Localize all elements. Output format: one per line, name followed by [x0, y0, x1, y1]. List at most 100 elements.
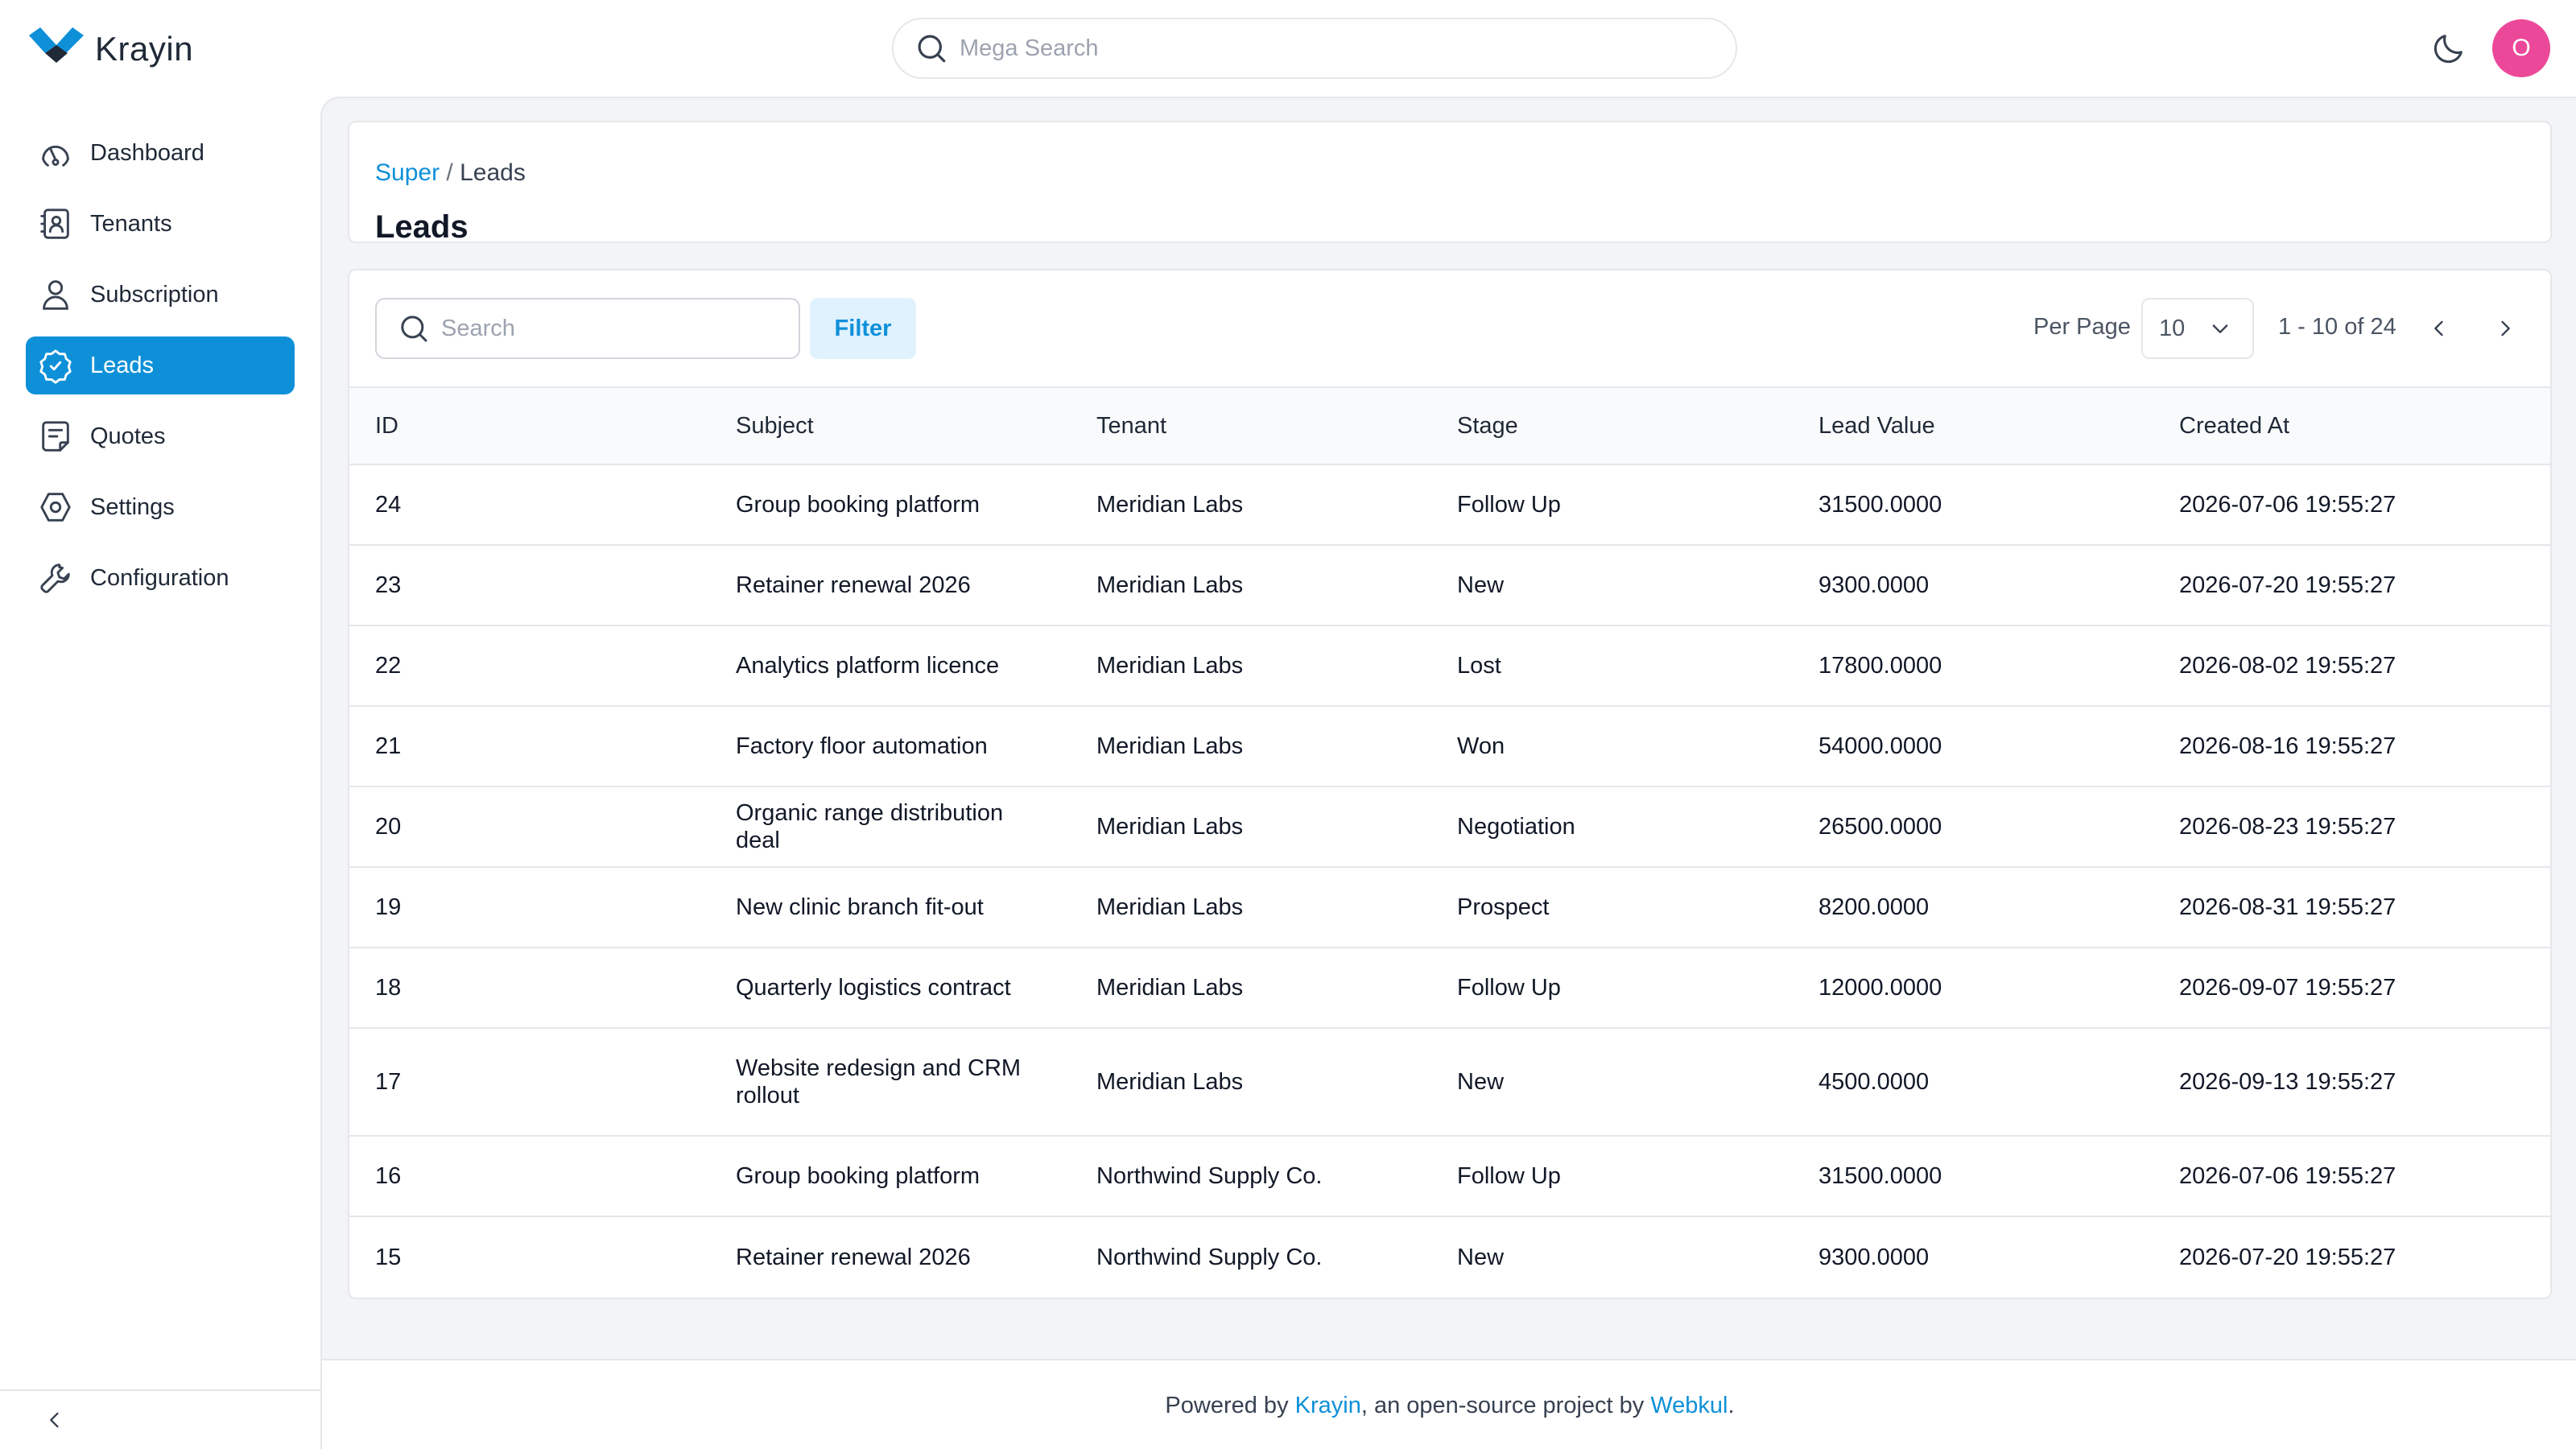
- table-row[interactable]: 15 Retainer renewal 2026 Northwind Suppl…: [349, 1216, 2550, 1297]
- footer-link-webkul[interactable]: Webkul: [1650, 1393, 1728, 1419]
- cell-id: 19: [349, 867, 710, 948]
- cell-stage: New: [1431, 545, 1793, 626]
- krayin-logo-icon: [29, 27, 84, 63]
- user-icon: [43, 280, 68, 310]
- breadcrumb-link-super[interactable]: Super: [375, 159, 440, 186]
- sidebar-item-leads[interactable]: Leads: [26, 336, 295, 394]
- breadcrumb-separator: /: [440, 159, 460, 186]
- cell-created-at: 2026-08-31 19:55:27: [2153, 867, 2550, 948]
- sidebar: Dashboard Tenants Subscription Leads Quo…: [0, 97, 320, 1449]
- cell-stage: Prospect: [1431, 867, 1793, 948]
- cell-created-at: 2026-07-06 19:55:27: [2153, 464, 2550, 546]
- cell-lead-value: 17800.0000: [1793, 625, 2153, 707]
- breadcrumb: Super / Leads: [375, 159, 526, 187]
- column-header-created-at[interactable]: Created At: [2153, 387, 2550, 464]
- previous-page-button[interactable]: [2421, 311, 2457, 346]
- mega-search-input[interactable]: [960, 35, 1684, 62]
- cell-subject: Website redesign and CRM rollout: [710, 1028, 1071, 1137]
- cell-created-at: 2026-08-23 19:55:27: [2153, 786, 2550, 868]
- cell-id: 17: [349, 1028, 710, 1137]
- cell-created-at: 2026-07-20 19:55:27: [2179, 1244, 2396, 1270]
- settings-icon: [40, 493, 71, 522]
- cell-lead-value: 31500.0000: [1793, 1136, 2153, 1217]
- cell-created-at: 2026-08-16 19:55:27: [2153, 706, 2550, 787]
- sidebar-item-configuration[interactable]: Configuration: [26, 549, 295, 607]
- sidebar-item-settings[interactable]: Settings: [26, 478, 295, 536]
- table-row[interactable]: 19 New clinic branch fit-out Meridian La…: [349, 867, 2550, 948]
- filter-button[interactable]: Filter: [810, 298, 916, 359]
- leads-table: ID Subject Tenant Stage Lead Value Creat…: [349, 386, 2550, 1297]
- per-page-label: Per Page: [2033, 314, 2131, 340]
- cell-stage: Lost: [1431, 625, 1793, 707]
- sidebar-item-subscription[interactable]: Subscription: [26, 266, 295, 324]
- next-page-button[interactable]: [2487, 311, 2523, 346]
- table-row[interactable]: 20 Organic range distribution deal Merid…: [349, 786, 2550, 868]
- theme-toggle-button[interactable]: [2426, 26, 2471, 71]
- table-row[interactable]: 23 Retainer renewal 2026 Meridian Labs N…: [349, 545, 2550, 626]
- main-content: Super / Leads Leads Filter Per Page 10 1…: [320, 97, 2576, 1449]
- cell-stage: New: [1431, 1028, 1793, 1137]
- column-header-id[interactable]: ID: [349, 387, 710, 464]
- cell-tenant: Meridian Labs: [1071, 947, 1431, 1029]
- cell-stage: Follow Up: [1431, 1136, 1793, 1217]
- column-header-stage[interactable]: Stage: [1431, 387, 1793, 464]
- datagrid-toolbar: Filter Per Page 10 1 - 10 of 24: [349, 270, 2550, 386]
- cell-tenant: Northwind Supply Co.: [1071, 1136, 1431, 1217]
- sidebar-item-tenants[interactable]: Tenants: [26, 195, 295, 253]
- table-header-row: ID Subject Tenant Stage Lead Value Creat…: [349, 387, 2550, 464]
- cell-subject: Analytics platform licence: [710, 625, 1071, 707]
- app-logo[interactable]: Krayin: [29, 27, 193, 71]
- cell-id: 18: [349, 947, 710, 1029]
- per-page-value: 10: [2159, 315, 2186, 341]
- top-bar: Krayin O: [0, 0, 2576, 97]
- cell-subject: Group booking platform: [710, 1136, 1071, 1217]
- table-row[interactable]: 16 Group booking platform Northwind Supp…: [349, 1136, 2550, 1217]
- column-header-subject[interactable]: Subject: [710, 387, 1071, 464]
- cell-tenant: Meridian Labs: [1071, 625, 1431, 707]
- cell-id: 21: [349, 706, 710, 787]
- footer-link-krayin[interactable]: Krayin: [1295, 1393, 1361, 1419]
- cell-subject: Retainer renewal 2026: [736, 1244, 971, 1270]
- table-row[interactable]: 24 Group booking platform Meridian Labs …: [349, 464, 2550, 546]
- page-header: Super / Leads Leads: [348, 121, 2552, 245]
- datagrid-search-box[interactable]: [375, 298, 800, 359]
- chevron-left-icon: [50, 1412, 59, 1428]
- cell-lead-value: 26500.0000: [1793, 786, 2153, 868]
- cell-tenant: Meridian Labs: [1071, 464, 1431, 546]
- cell-tenant: Meridian Labs: [1071, 706, 1431, 787]
- user-avatar[interactable]: O: [2492, 19, 2550, 77]
- cell-subject: Organic range distribution deal: [710, 786, 1071, 868]
- search-icon: [918, 35, 946, 63]
- cell-created-at: 2026-09-13 19:55:27: [2153, 1028, 2550, 1137]
- cell-tenant: Meridian Labs: [1071, 545, 1431, 626]
- cell-lead-value: 4500.0000: [1793, 1028, 2153, 1137]
- cell-id: 22: [349, 625, 710, 707]
- table-row[interactable]: 17 Website redesign and CRM rollout Meri…: [349, 1028, 2550, 1137]
- dashboard-icon: [42, 145, 69, 167]
- collapse-sidebar-button[interactable]: [39, 1404, 71, 1436]
- sidebar-item-label: Settings: [90, 493, 175, 520]
- sidebar-divider: [0, 1389, 320, 1391]
- cell-subject: Retainer renewal 2026: [710, 545, 1071, 626]
- cell-stage: Negotiation: [1431, 786, 1793, 868]
- column-header-lead-value[interactable]: Lead Value: [1793, 387, 2153, 464]
- column-header-tenant[interactable]: Tenant: [1071, 387, 1431, 464]
- chevron-right-icon: [2501, 320, 2510, 336]
- pagination-range: 1 - 10 of 24: [2278, 314, 2396, 340]
- cell-subject: Quarterly logistics contract: [710, 947, 1071, 1029]
- table-row[interactable]: 22 Analytics platform licence Meridian L…: [349, 625, 2550, 707]
- sidebar-item-quotes[interactable]: Quotes: [26, 407, 295, 465]
- cell-created-at: 2026-08-02 19:55:27: [2153, 625, 2550, 707]
- cell-lead-value: 54000.0000: [1793, 706, 2153, 787]
- per-page-select[interactable]: 10: [2141, 298, 2254, 359]
- sidebar-item-label: Dashboard: [90, 139, 204, 166]
- footer: Powered by Krayin , an open-source proje…: [322, 1360, 2576, 1449]
- table-row[interactable]: 18 Quarterly logistics contract Meridian…: [349, 947, 2550, 1029]
- mega-search-bar[interactable]: [892, 18, 1737, 79]
- table-row[interactable]: 21 Factory floor automation Meridian Lab…: [349, 706, 2550, 787]
- sidebar-item-dashboard[interactable]: Dashboard: [26, 124, 295, 182]
- sidebar-item-label: Tenants: [90, 210, 172, 237]
- cell-tenant: Meridian Labs: [1071, 867, 1431, 948]
- datagrid-search-input[interactable]: [441, 315, 779, 342]
- cell-id: 24: [349, 464, 710, 546]
